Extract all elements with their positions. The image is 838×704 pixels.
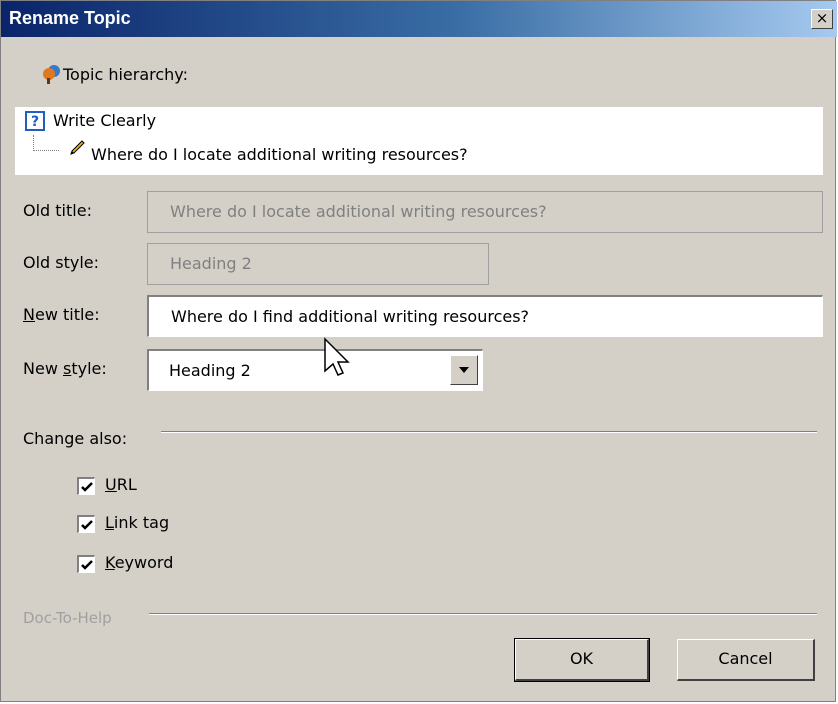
old-title-field: Where do I locate additional writing res…	[147, 191, 823, 233]
dropdown-button[interactable]	[450, 355, 478, 385]
new-style-label: New style:	[23, 359, 107, 378]
old-title-label: Old title:	[23, 201, 92, 220]
brand-label: Doc-To-Help	[23, 609, 112, 627]
old-style-label: Old style:	[23, 253, 100, 272]
tree-item-parent[interactable]: Write Clearly	[53, 111, 156, 130]
keyword-checkbox[interactable]	[77, 555, 95, 573]
title-bar: Rename Topic ×	[1, 1, 837, 37]
ok-button[interactable]: OK	[514, 638, 650, 682]
change-also-divider	[161, 431, 817, 433]
close-button[interactable]: ×	[811, 9, 833, 29]
topic-hierarchy-label: Topic hierarchy:	[63, 65, 188, 84]
chevron-down-icon	[459, 367, 469, 373]
svg-text:?: ?	[31, 114, 39, 130]
checkmark-icon	[81, 560, 93, 570]
pencil-icon	[70, 140, 85, 155]
mouse-cursor-icon	[324, 337, 350, 376]
new-style-select[interactable]: Heading 2	[147, 349, 483, 391]
checkmark-icon	[81, 482, 93, 492]
change-also-label: Change also:	[23, 429, 128, 448]
new-style-value: Heading 2	[169, 361, 251, 380]
link-tag-checkbox[interactable]	[77, 515, 95, 533]
tree-connector	[33, 135, 59, 151]
checkmark-icon	[81, 520, 93, 530]
rename-topic-dialog: Rename Topic × Topic hierarchy: ? Write …	[0, 0, 837, 702]
url-label: URL	[105, 475, 137, 494]
tree-item-current[interactable]: Where do I locate additional writing res…	[91, 145, 468, 164]
old-style-field: Heading 2	[147, 243, 489, 285]
footer-divider	[149, 613, 817, 615]
cancel-button[interactable]: Cancel	[677, 639, 815, 681]
link-tag-label: Link tag	[105, 513, 170, 532]
new-title-label: New title:	[23, 305, 100, 324]
new-title-input[interactable]: Where do I find additional writing resou…	[147, 295, 823, 337]
help-topic-icon: ?	[25, 111, 45, 131]
dialog-title: Rename Topic	[9, 8, 131, 28]
keyword-label: Keyword	[105, 553, 174, 572]
url-checkbox[interactable]	[77, 477, 95, 495]
topic-hierarchy-tree: ? Write Clearly Where do I locate additi…	[15, 107, 823, 175]
topic-hierarchy-icon	[43, 65, 60, 84]
